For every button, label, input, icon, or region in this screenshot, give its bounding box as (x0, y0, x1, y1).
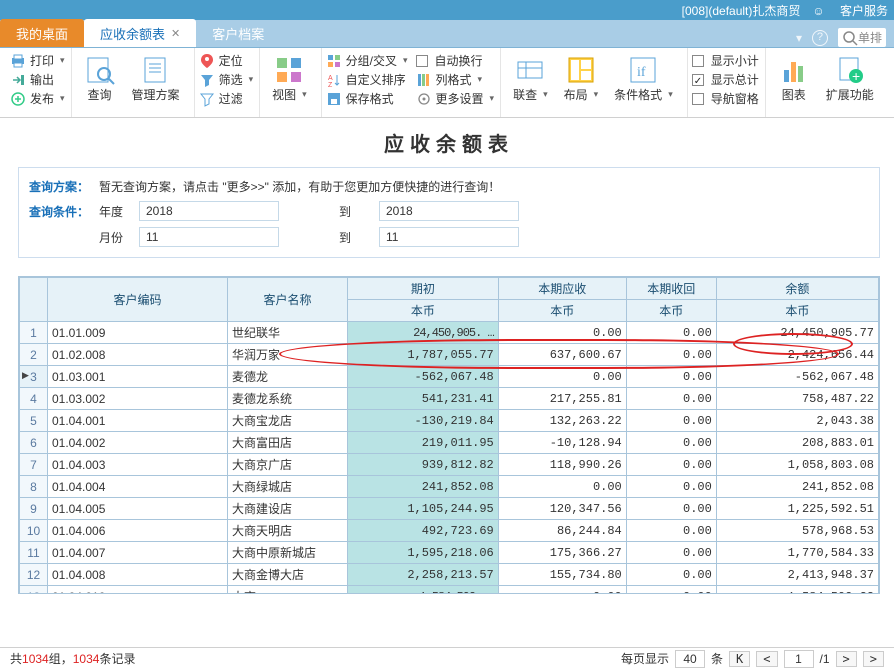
search-icon (842, 30, 858, 46)
show-subtotal-toggle[interactable]: 显示小计 (692, 52, 759, 69)
show-total-toggle[interactable]: 显示总计 (692, 71, 759, 88)
locate-button[interactable]: 定位 (199, 52, 254, 69)
table-row[interactable]: 1301.04.010大商-1,584,592. …0.000.00-1,584… (20, 586, 879, 595)
chart-button[interactable]: 图表 (770, 52, 818, 103)
table-row[interactable]: 1201.04.008大商金博大店2,258,213.57155,734.800… (20, 564, 879, 586)
record-count: 1034 (73, 652, 100, 666)
table-row[interactable]: 1001.04.006大商天明店492,723.6986,244.840.005… (20, 520, 879, 542)
view-button[interactable]: 视图▾ (264, 52, 315, 103)
manage-plan-button[interactable]: 管理方案 (124, 52, 188, 103)
tab-desktop[interactable]: 我的桌面 (0, 19, 84, 47)
month-to-input[interactable]: 11 (379, 227, 519, 247)
tab-customer-file[interactable]: 客户档案 (196, 19, 280, 47)
cond-format-button[interactable]: if 条件格式▾ (606, 52, 681, 103)
group-cross-button[interactable]: 分组/交叉▾ (326, 52, 408, 69)
last-page-button[interactable]: > (863, 651, 884, 667)
year-from-input[interactable]: 2018 (139, 201, 279, 221)
table-row[interactable]: 701.04.003大商京广店939,812.82118,990.260.001… (20, 454, 879, 476)
page-area: 应收余额表 查询方案： 暂无查询方案，请点击 "更多>>" 添加，有助于您更加方… (0, 118, 894, 647)
service-link[interactable]: ☺ 客户服务 (812, 2, 888, 19)
perpage-input[interactable]: 40 (675, 650, 705, 668)
table-row[interactable]: 801.04.004大商绿城店241,852.080.000.00241,852… (20, 476, 879, 498)
filterpass-button[interactable]: 过滤 (199, 90, 254, 107)
extend-button[interactable]: + 扩展功能 (818, 52, 882, 103)
status-bar: 共 1034 组， 1034 条记录 每页显示 40 条 K < 1 /1 > … (0, 647, 894, 669)
table-row[interactable]: 401.03.002麦德龙系统541,231.41217,255.810.007… (20, 388, 879, 410)
tab-receivable-balance[interactable]: 应收余额表✕ (84, 19, 196, 47)
ribbon: 打印▾ 输出 发布▾ 查询 管理方案 定位 筛选▾ 过滤 视图▾ 分组/交叉▾ … (0, 48, 894, 118)
lianchi-button[interactable]: 联查▾ (505, 52, 556, 103)
nav-pane-toggle[interactable]: 导航窗格 (692, 90, 759, 107)
title-bar: [008](default)扎杰商贸 ☺ 客户服务 (0, 0, 894, 20)
dropdown-icon[interactable]: ▾ (796, 31, 802, 45)
table-row[interactable]: 1101.04.007大商中原新城店1,595,218.06175,366.27… (20, 542, 879, 564)
svg-text:if: if (637, 65, 646, 80)
filter-button[interactable]: 筛选▾ (199, 71, 254, 88)
query-button[interactable]: 查询 (76, 52, 124, 103)
col-format-button[interactable]: 列格式▾ (416, 71, 495, 88)
next-page-button[interactable]: > (836, 651, 857, 667)
query-plan-hint: 暂无查询方案，请点击 "更多>>" 添加，有助于您更加方便快捷的进行查询！ (99, 178, 500, 195)
svg-text:A: A (328, 75, 333, 82)
svg-text:+: + (852, 68, 860, 84)
help-icon[interactable]: ? (812, 30, 828, 46)
group-count: 1034 (22, 652, 49, 666)
global-search[interactable]: 单排 (838, 28, 886, 47)
table-row[interactable]: 501.04.001大商宝龙店-130,219.84132,263.220.00… (20, 410, 879, 432)
company-name: [008](default)扎杰商贸 (682, 2, 801, 19)
output-button[interactable]: 输出 (10, 71, 65, 88)
layout-button[interactable]: 布局▾ (556, 52, 607, 103)
table-row[interactable]: 301.03.001麦德龙-562,067.480.000.00-562,067… (20, 366, 879, 388)
svg-text:Z: Z (328, 82, 333, 88)
table-row[interactable]: 201.02.008华润万家1,787,055.77637,600.670.00… (20, 344, 879, 366)
page-input[interactable]: 1 (784, 650, 814, 668)
table-row[interactable]: 601.04.002大商富田店219,011.95-10,128.940.002… (20, 432, 879, 454)
page-title: 应收余额表 (4, 124, 894, 167)
save-format-button[interactable]: 保存格式 (326, 90, 408, 107)
table-row[interactable]: 101.01.009世纪联华24,450,905. …0.000.0024,45… (20, 322, 879, 344)
query-panel: 查询方案： 暂无查询方案，请点击 "更多>>" 添加，有助于您更加方便快捷的进行… (18, 167, 880, 258)
data-grid[interactable]: 客户编码 客户名称 期初 本期应收 本期收回 余额 本币 本币 本币 本币 10… (18, 276, 880, 594)
custom-sort-button[interactable]: AZ自定义排序 (326, 71, 408, 88)
year-to-input[interactable]: 2018 (379, 201, 519, 221)
query-plan-label: 查询方案： (29, 178, 99, 195)
close-icon[interactable]: ✕ (171, 27, 180, 40)
print-button[interactable]: 打印▾ (10, 52, 65, 69)
publish-button[interactable]: 发布▾ (10, 90, 65, 107)
tab-bar: 我的桌面 应收余额表✕ 客户档案 ▾ ? 单排 (0, 20, 894, 48)
table-row[interactable]: 901.04.005大商建设店1,105,244.95120,347.560.0… (20, 498, 879, 520)
auto-wrap-toggle[interactable]: 自动换行 (416, 52, 495, 69)
prev-page-button[interactable]: < (756, 651, 777, 667)
month-from-input[interactable]: 11 (139, 227, 279, 247)
more-settings-button[interactable]: 更多设置▾ (416, 90, 495, 107)
query-cond-label: 查询条件： (29, 203, 99, 220)
first-page-button[interactable]: K (729, 651, 750, 667)
